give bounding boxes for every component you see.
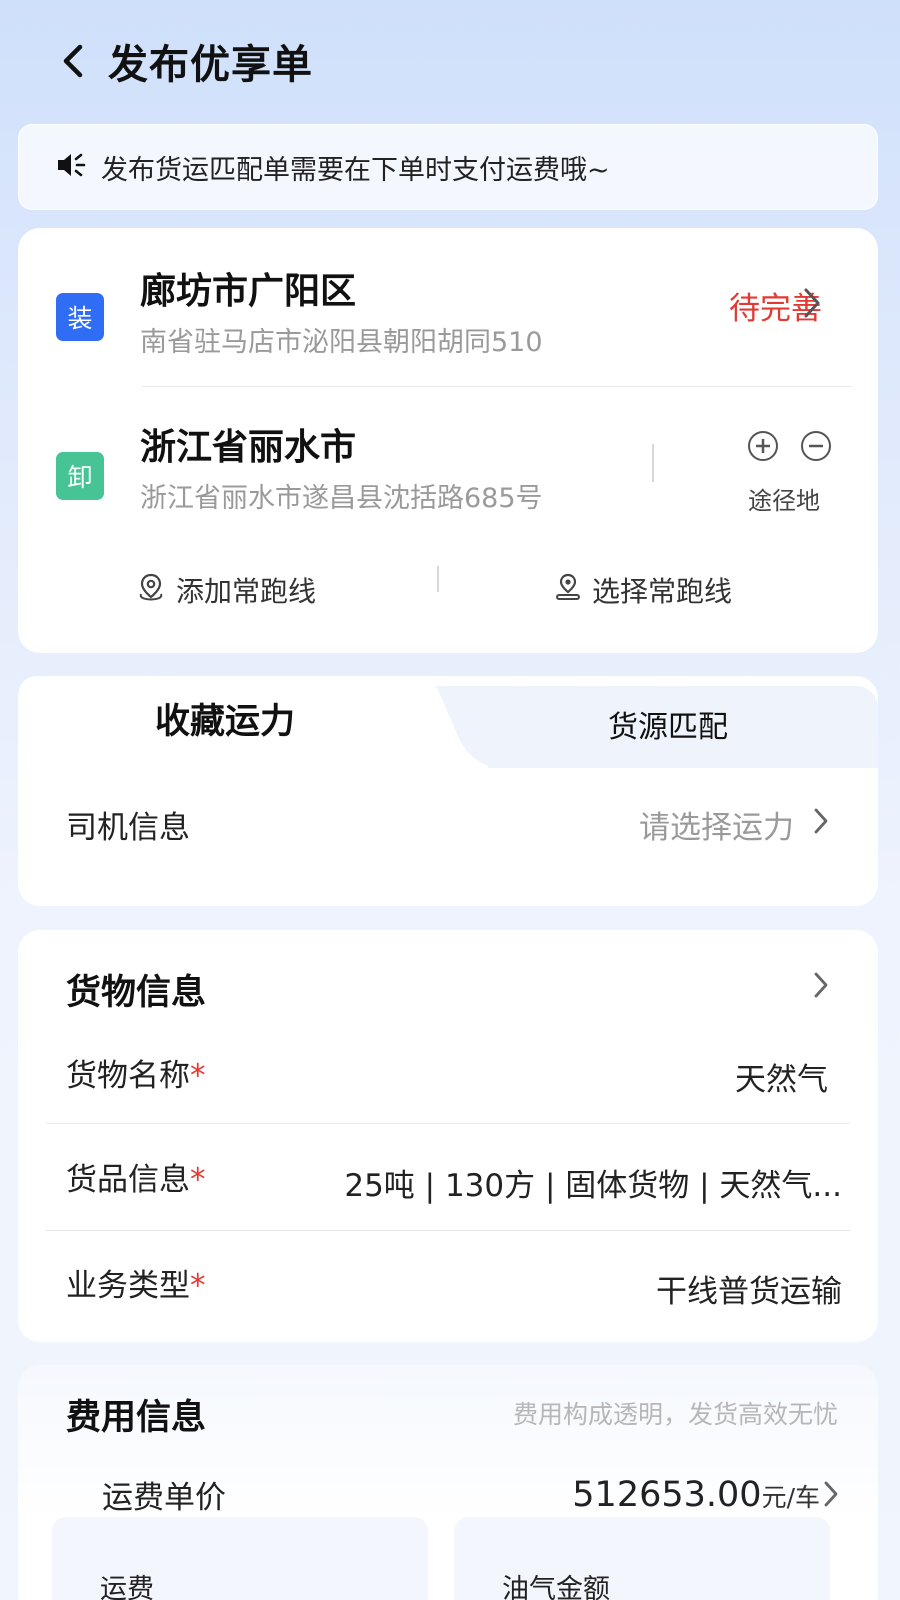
goods-name-value[interactable]: 天然气 [735,1054,828,1099]
fee-card: 费用信息 费用构成透明，发货高效无忧 运费单价 512653.00元/车 运费 … [18,1365,878,1600]
business-type-value[interactable]: 干线普货运输 [656,1266,842,1311]
select-route-button[interactable]: 选择常跑线 [554,570,732,610]
goods-detail-label: 货品信息* [66,1162,206,1198]
notice-banner: 发布货运匹配单需要在下单时支付运费哦~ [18,124,878,210]
fee-chevron-right-icon[interactable] [822,1479,840,1513]
driver-info-label: 司机信息 [66,810,190,846]
route-action-divider [437,566,439,592]
fuel-gas-label: 油气金额 [502,1574,610,1600]
fee-hint: 费用构成透明，发货高效无忧 [512,1400,838,1429]
add-waypoint-icon[interactable] [748,431,778,461]
location-pin-icon [136,572,166,609]
back-arrow-icon[interactable] [58,41,92,81]
business-type-label: 业务类型* [66,1268,206,1304]
select-route-label: 选择常跑线 [592,575,733,608]
route-card: 装 廊坊市广阳区 南省驻马店市泌阳县朝阳胡同510 待完善 卸 浙江省丽水市 浙… [18,228,878,653]
tab-favorite-capacity[interactable]: 收藏运力 [18,690,432,754]
add-route-button[interactable]: 添加常跑线 [136,570,316,610]
load-tag: 装 [56,293,104,341]
route-divider [142,386,852,387]
header-bar: 发布优享单 [0,0,900,122]
unit-price-value[interactable]: 512653.00元/车 [572,1475,820,1515]
remove-waypoint-icon[interactable] [801,431,831,461]
goods-divider-1 [46,1123,850,1124]
page-title: 发布优享单 [108,42,313,88]
map-pin-icon [554,572,582,609]
driver-chevron-right-icon[interactable] [812,806,830,840]
notice-text: 发布货运匹配单需要在下单时支付运费哦~ [101,154,610,186]
unload-tag: 卸 [56,452,104,500]
goods-divider-2 [46,1230,850,1231]
capacity-card: 收藏运力 货源匹配 司机信息 请选择运力 [18,676,878,906]
goods-chevron-right-icon[interactable] [812,970,830,1004]
freight-box[interactable]: 运费 [52,1517,428,1600]
waypoint-divider [652,444,654,482]
add-route-label: 添加常跑线 [176,575,317,608]
load-chevron-right-icon[interactable] [802,286,822,324]
unit-price-label: 运费单价 [102,1480,226,1516]
speaker-icon [55,149,87,185]
driver-select-placeholder[interactable]: 请选择运力 [639,802,794,847]
load-city[interactable]: 廊坊市广阳区 [140,262,356,314]
unload-city[interactable]: 浙江省丽水市 [140,418,356,470]
goods-detail-value[interactable]: 25吨 | 130方 | 固体货物 | 天然气... [344,1160,842,1205]
fee-section-title: 费用信息 [66,1398,207,1438]
waypoint-label: 途径地 [748,487,820,515]
goods-section-title: 货物信息 [66,973,207,1013]
unload-address[interactable]: 浙江省丽水市遂昌县沈括路685号 [140,476,543,515]
goods-card: 货物信息 货物名称* 天然气 货品信息* 25吨 | 130方 | 固体货物 |… [18,930,878,1342]
tab-cargo-match[interactable]: 货源匹配 [458,696,878,760]
fuel-gas-box[interactable]: 油气金额 [454,1517,830,1600]
freight-label: 运费 [100,1574,154,1600]
load-address[interactable]: 南省驻马店市泌阳县朝阳胡同510 [140,320,543,359]
goods-name-label: 货物名称* [66,1058,206,1094]
